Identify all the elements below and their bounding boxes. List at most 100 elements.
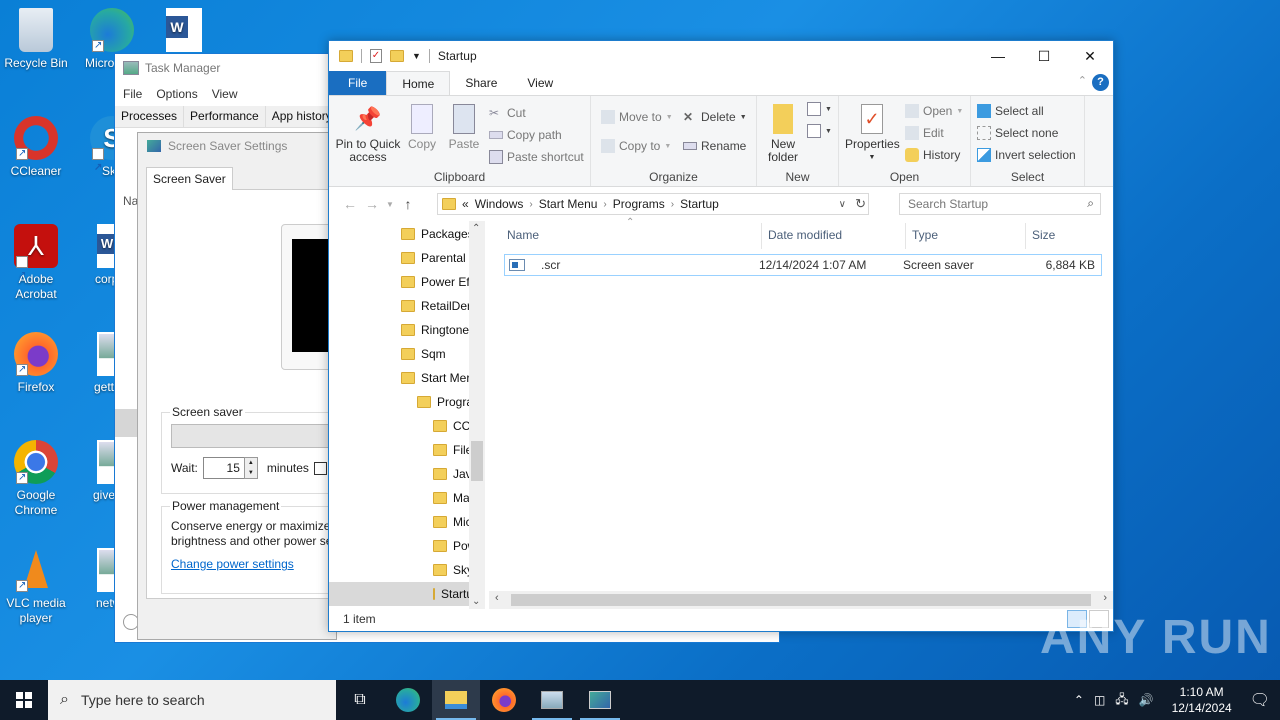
scroll-left-icon[interactable]: ‹ (495, 592, 499, 604)
close-button[interactable]: ✕ (1067, 41, 1113, 71)
edit-button[interactable]: Edit (905, 126, 944, 140)
scroll-up-icon[interactable]: ⌃ (472, 223, 480, 234)
address-bar[interactable]: « Windows › Start Menu › Programs › Star… (437, 193, 869, 215)
invert-selection-button[interactable]: Invert selection (977, 148, 1076, 162)
paste-shortcut-button[interactable]: Paste shortcut (489, 150, 584, 164)
rename-button[interactable]: Rename (683, 139, 746, 153)
desktop-icon-recycle-bin[interactable]: Recycle Bin (0, 8, 72, 71)
tab-share[interactable]: Share (450, 71, 512, 95)
tab-performance[interactable]: Performance (184, 106, 266, 127)
scrollbar[interactable] (115, 409, 139, 437)
menu-options[interactable]: Options (156, 87, 197, 101)
back-arrow-icon[interactable]: ← (339, 196, 361, 212)
desktop-icon-firefox[interactable]: Firefox (0, 332, 72, 395)
meet-now-icon[interactable]: ◫ (1094, 693, 1105, 707)
column-header-type[interactable]: Type (912, 228, 938, 242)
desktop-icon-ccleaner[interactable]: CCleaner (0, 116, 72, 179)
nav-tree-item[interactable]: RetailDer (401, 294, 471, 318)
chevron-right-icon[interactable]: › (603, 199, 606, 210)
chevron-right-icon[interactable]: › (529, 199, 532, 210)
taskbar-edge[interactable] (384, 680, 432, 720)
start-button[interactable] (0, 680, 48, 720)
menu-view[interactable]: View (212, 87, 238, 101)
select-all-button[interactable]: Select all (977, 104, 1044, 118)
task-view-button[interactable]: ⧉ (336, 680, 384, 720)
on-resume-checkbox[interactable] (313, 461, 327, 475)
nav-tree-item[interactable]: Power Ef (401, 270, 470, 294)
tab-view[interactable]: View (512, 71, 568, 95)
paste-button[interactable]: Paste (447, 104, 481, 151)
copy-to-button[interactable]: Copy to ▼ (601, 139, 671, 153)
breadcrumb-overflow[interactable]: « (462, 197, 469, 211)
nav-tree-item[interactable]: Prograr (417, 390, 477, 414)
customize-qat-icon[interactable]: ▼ (412, 51, 421, 61)
wait-spinner[interactable]: ▲ ▼ (243, 457, 258, 479)
scrollbar-thumb[interactable] (471, 441, 483, 481)
nav-tree-item[interactable]: Parental (401, 246, 466, 270)
screen-saver-dropdown[interactable] (171, 424, 341, 448)
up-arrow-icon[interactable]: ↑ (397, 196, 419, 212)
column-header-size[interactable]: Size (1032, 228, 1055, 242)
refresh-icon[interactable]: ↻ (855, 196, 866, 212)
column-header-name[interactable]: Name (507, 228, 539, 242)
select-none-button[interactable]: Select none (977, 126, 1058, 140)
tab-processes[interactable]: Processes (115, 106, 185, 127)
column-header-date-modified[interactable]: Date modified (768, 228, 842, 242)
chevron-down-icon[interactable]: ∨ (839, 199, 846, 210)
copy-button[interactable]: Copy (405, 104, 439, 151)
nav-tree-item[interactable]: Start Mer (401, 366, 470, 390)
scrollbar-thumb[interactable] (511, 594, 1091, 606)
copy-path-button[interactable]: Copy path (489, 128, 562, 142)
nav-vertical-scrollbar[interactable]: ⌃ ⌄ (469, 221, 485, 609)
nav-tree-item[interactable]: Ringtone (401, 318, 469, 342)
properties-button[interactable]: ✓ Properties ▼ (845, 104, 900, 164)
desktop-icon-chrome[interactable]: Google Chrome (0, 440, 72, 518)
recent-locations-icon[interactable]: ▼ (383, 200, 397, 209)
clock[interactable]: 1:10 AM 12/14/2024 (1172, 684, 1232, 716)
move-to-button[interactable]: Move to ▼ (601, 110, 673, 124)
volume-icon[interactable]: 🔊 (1139, 693, 1154, 707)
show-hidden-icons-icon[interactable]: ⌃ (1074, 693, 1084, 707)
tab-file[interactable]: File (329, 71, 387, 95)
screen-saver-titlebar[interactable]: Screen Saver Settings (138, 133, 336, 159)
taskbar-search-input[interactable]: ⌕ Type here to search (48, 680, 336, 720)
desktop-icon-vlc[interactable]: VLC media player (0, 548, 72, 626)
change-power-settings-link[interactable]: Change power settings (171, 557, 294, 571)
collapse-ribbon-icon[interactable]: ⌃ (1078, 74, 1087, 87)
taskbar-firefox[interactable] (480, 680, 528, 720)
breadcrumb-programs[interactable]: Programs (613, 197, 665, 211)
desktop-icon-acrobat[interactable]: ⅄ Adobe Acrobat (0, 224, 72, 302)
maximize-button[interactable]: ☐ (1021, 41, 1067, 71)
nav-tree-item[interactable]: Startu (329, 582, 473, 606)
new-folder-qat-icon[interactable] (390, 50, 404, 62)
properties-qat-icon[interactable]: ✓ (370, 49, 382, 63)
scroll-down-icon[interactable]: ⌄ (472, 596, 480, 607)
spin-down-icon[interactable]: ▼ (244, 468, 257, 478)
new-item-button[interactable]: ▼ (807, 102, 832, 116)
easy-access-button[interactable]: ▼ (807, 124, 832, 138)
nav-tree-item[interactable]: Packages (401, 222, 474, 246)
desktop-icon-word-doc[interactable]: W (148, 8, 220, 56)
cut-button[interactable]: ✂ Cut (489, 106, 526, 120)
breadcrumb-start-menu[interactable]: Start Menu (539, 197, 598, 211)
history-button[interactable]: History (905, 148, 960, 162)
taskbar-file-explorer[interactable] (432, 680, 480, 720)
menu-file[interactable]: File (123, 87, 142, 101)
notifications-icon[interactable]: 🗨 (1250, 690, 1270, 710)
minimize-button[interactable]: — (975, 41, 1021, 71)
wait-minutes-input[interactable]: 15 (202, 457, 245, 479)
network-icon[interactable]: 🖧 (1115, 690, 1128, 711)
taskbar-task-manager[interactable] (528, 680, 576, 720)
tab-screen-saver[interactable]: Screen Saver (146, 167, 233, 190)
breadcrumb-windows[interactable]: Windows (475, 197, 524, 211)
title-bar[interactable]: ✓ ▼ Startup — ☐ ✕ (329, 41, 1113, 71)
nav-tree-item[interactable]: Sqm (401, 342, 446, 366)
scroll-right-icon[interactable]: › (1103, 592, 1107, 604)
breadcrumb-startup[interactable]: Startup (680, 197, 719, 211)
screen-saver-settings-window[interactable]: Screen Saver Settings Screen Saver Scree… (137, 132, 361, 640)
help-icon[interactable]: ? (1092, 74, 1109, 91)
spin-up-icon[interactable]: ▲ (244, 458, 257, 468)
file-row[interactable]: .scr 12/14/2024 1:07 AM Screen saver 6,8… (504, 254, 1102, 276)
new-folder-button[interactable]: New folder (763, 104, 803, 164)
search-input[interactable]: Search Startup ⌕ (899, 193, 1101, 215)
